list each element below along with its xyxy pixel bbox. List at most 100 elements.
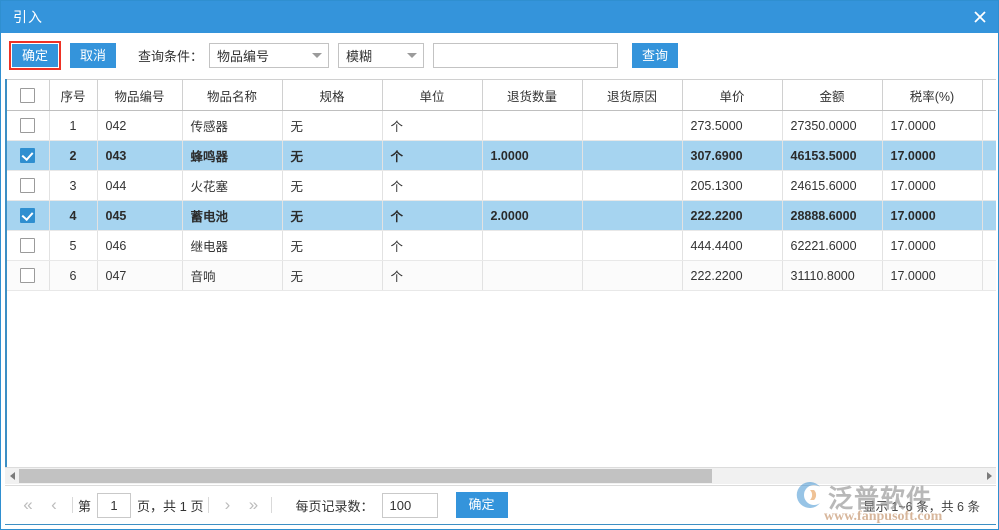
cell-price[interactable]: 205.1300 bbox=[682, 170, 783, 201]
query-field-select[interactable]: 物品编号 bbox=[209, 43, 330, 68]
cell-amount[interactable]: 31110.8000 bbox=[782, 260, 883, 291]
cell-spec[interactable]: 无 bbox=[282, 230, 383, 261]
cell-spec[interactable]: 无 bbox=[282, 170, 383, 201]
cell-name[interactable]: 音响 bbox=[182, 260, 283, 291]
cell-unit[interactable]: 个 bbox=[382, 260, 483, 291]
cell-code[interactable]: 043 bbox=[97, 140, 183, 171]
cell-amount[interactable]: 46153.5000 bbox=[782, 140, 883, 171]
cell-extra[interactable] bbox=[982, 230, 996, 261]
cell-amount[interactable]: 24615.6000 bbox=[782, 170, 883, 201]
cell-unit[interactable]: 个 bbox=[382, 140, 483, 171]
cell-name[interactable]: 传感器 bbox=[182, 110, 283, 141]
cell-price[interactable]: 222.2200 bbox=[682, 260, 783, 291]
scrollbar-thumb[interactable] bbox=[19, 468, 713, 483]
column-header-code[interactable]: 物品编号 bbox=[97, 79, 183, 111]
column-header-return_reason[interactable]: 退货原因 bbox=[582, 79, 683, 111]
row-select-cell[interactable] bbox=[7, 260, 50, 291]
cell-code[interactable]: 042 bbox=[97, 110, 183, 141]
cell-tax_rate[interactable]: 17.0000 bbox=[882, 140, 983, 171]
select-all-checkbox[interactable] bbox=[20, 87, 36, 103]
cell-price[interactable]: 444.4400 bbox=[682, 230, 783, 261]
cell-unit[interactable]: 个 bbox=[382, 200, 483, 231]
prev-page-icon[interactable]: ‹ bbox=[41, 490, 67, 520]
query-match-select[interactable]: 模糊 bbox=[338, 43, 425, 68]
cell-tax_rate[interactable]: 17.0000 bbox=[882, 110, 983, 141]
cell-return_reason[interactable] bbox=[582, 230, 683, 261]
table-row[interactable]: 4 045 蓄电池无个 2.0000 222.2200 28888.6000 17.0000 bbox=[7, 200, 996, 231]
cell-return_reason[interactable] bbox=[582, 260, 683, 291]
cell-amount[interactable]: 27350.0000 bbox=[782, 110, 883, 141]
cell-name[interactable]: 继电器 bbox=[182, 230, 283, 261]
cell-seq[interactable]: 6 bbox=[49, 260, 98, 291]
row-checkbox[interactable] bbox=[20, 268, 36, 284]
cell-name[interactable]: 蜂鸣器 bbox=[182, 140, 283, 171]
cell-code[interactable]: 047 bbox=[97, 260, 183, 291]
cell-return_qty[interactable] bbox=[482, 260, 583, 291]
search-button[interactable]: 查询 bbox=[632, 43, 679, 68]
cell-price[interactable]: 307.6900 bbox=[682, 140, 783, 171]
scroll-right-arrow-icon[interactable] bbox=[982, 468, 996, 485]
row-select-cell[interactable] bbox=[7, 110, 50, 141]
horizontal-scrollbar[interactable] bbox=[5, 467, 996, 484]
cell-unit[interactable]: 个 bbox=[382, 170, 483, 201]
row-select-cell[interactable] bbox=[7, 200, 50, 231]
page-size-input[interactable] bbox=[381, 492, 438, 518]
cell-return_reason[interactable] bbox=[582, 200, 683, 231]
row-checkbox[interactable] bbox=[20, 238, 36, 254]
row-select-cell[interactable] bbox=[7, 230, 50, 261]
cell-spec[interactable]: 无 bbox=[282, 140, 383, 171]
next-page-icon[interactable]: › bbox=[214, 490, 240, 520]
column-header-name[interactable]: 物品名称 bbox=[182, 79, 283, 111]
cell-code[interactable]: 045 bbox=[97, 200, 183, 231]
cell-code[interactable]: 044 bbox=[97, 170, 183, 201]
cell-spec[interactable]: 无 bbox=[282, 260, 383, 291]
column-header-unit[interactable]: 单位 bbox=[382, 79, 483, 111]
table-row[interactable]: 2 043 蜂鸣器无个 1.0000 307.6900 46153.5000 17.0000 bbox=[7, 140, 996, 171]
row-checkbox[interactable] bbox=[20, 118, 36, 134]
cell-price[interactable]: 222.2200 bbox=[682, 200, 783, 231]
scroll-left-arrow-icon[interactable] bbox=[5, 468, 19, 485]
row-select-cell[interactable] bbox=[7, 140, 50, 171]
column-header-extra[interactable] bbox=[982, 79, 996, 111]
table-row[interactable]: 6 047 音响无个 222.2200 31110.8000 17.0000 bbox=[7, 260, 996, 291]
cell-spec[interactable]: 无 bbox=[282, 110, 383, 141]
cell-name[interactable]: 火花塞 bbox=[182, 170, 283, 201]
cancel-button[interactable]: 取消 bbox=[70, 43, 117, 68]
row-select-cell[interactable] bbox=[7, 170, 50, 201]
cell-return_reason[interactable] bbox=[582, 110, 683, 141]
cell-extra[interactable] bbox=[982, 170, 996, 201]
column-header-price[interactable]: 单价 bbox=[682, 79, 783, 111]
column-header-amount[interactable]: 金额 bbox=[782, 79, 883, 111]
column-header-spec[interactable]: 规格 bbox=[282, 79, 383, 111]
close-button[interactable] bbox=[960, 1, 998, 33]
cell-price[interactable]: 273.5000 bbox=[682, 110, 783, 141]
cell-return_reason[interactable] bbox=[582, 140, 683, 171]
cell-extra[interactable] bbox=[982, 140, 996, 171]
column-header-seq[interactable]: 序号 bbox=[49, 79, 98, 111]
cell-return_reason[interactable] bbox=[582, 170, 683, 201]
cell-seq[interactable]: 1 bbox=[49, 110, 98, 141]
table-row[interactable]: 3 044 火花塞无个 205.1300 24615.6000 17.0000 bbox=[7, 170, 996, 201]
pager-confirm-button[interactable]: 确定 bbox=[455, 492, 508, 518]
cell-name[interactable]: 蓄电池 bbox=[182, 200, 283, 231]
row-checkbox[interactable] bbox=[20, 178, 36, 194]
table-row[interactable]: 5 046 继电器无个 444.4400 62221.6000 17.0000 bbox=[7, 230, 996, 261]
table-row[interactable]: 1 042 传感器无个 273.5000 27350.0000 17.0000 bbox=[7, 110, 996, 141]
confirm-button[interactable]: 确定 bbox=[12, 44, 59, 67]
row-checkbox[interactable] bbox=[20, 148, 36, 164]
cell-unit[interactable]: 个 bbox=[382, 230, 483, 261]
cell-tax_rate[interactable]: 17.0000 bbox=[882, 230, 983, 261]
cell-return_qty[interactable] bbox=[482, 230, 583, 261]
cell-code[interactable]: 046 bbox=[97, 230, 183, 261]
select-all-header[interactable] bbox=[7, 79, 50, 111]
cell-seq[interactable]: 5 bbox=[49, 230, 98, 261]
page-number-input[interactable] bbox=[97, 492, 132, 518]
cell-return_qty[interactable] bbox=[482, 170, 583, 201]
cell-seq[interactable]: 4 bbox=[49, 200, 98, 231]
cell-extra[interactable] bbox=[982, 110, 996, 141]
cell-tax_rate[interactable]: 17.0000 bbox=[882, 260, 983, 291]
query-keyword-input[interactable] bbox=[433, 43, 619, 68]
row-checkbox[interactable] bbox=[20, 208, 36, 224]
column-header-tax_rate[interactable]: 税率(%) bbox=[882, 79, 983, 111]
column-header-return_qty[interactable]: 退货数量 bbox=[482, 79, 583, 111]
